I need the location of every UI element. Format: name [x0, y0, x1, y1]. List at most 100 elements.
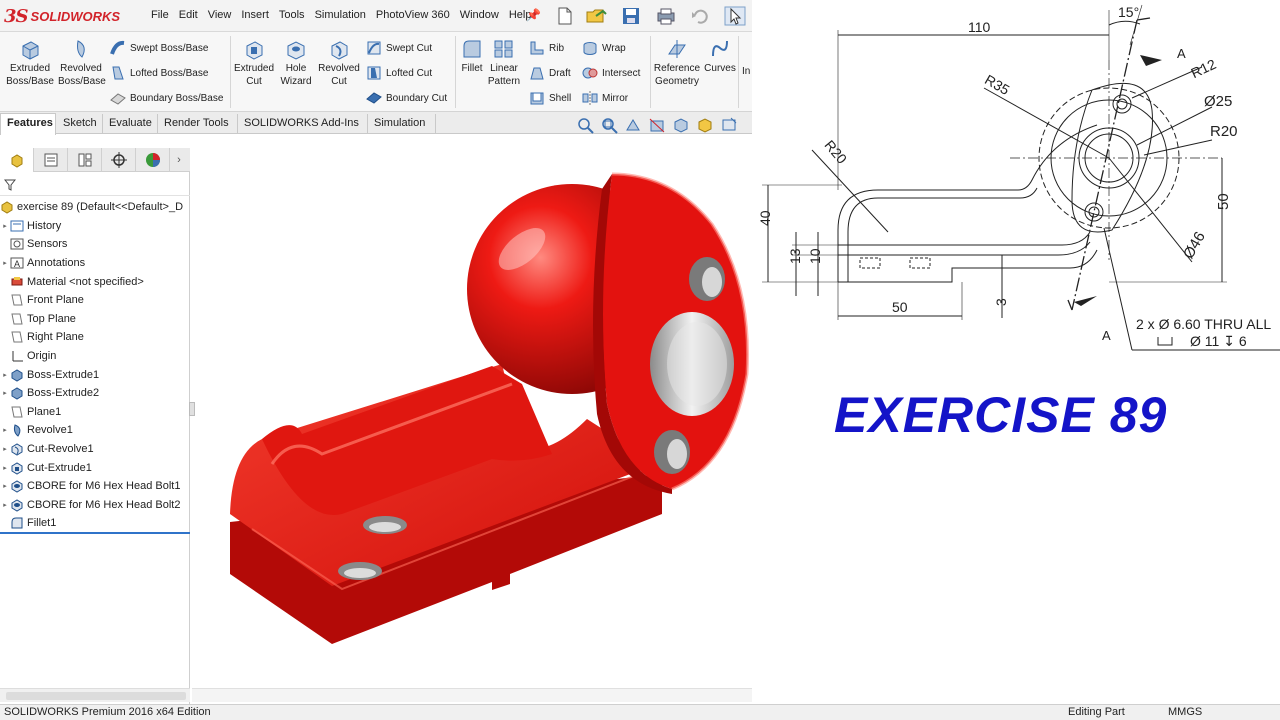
undo-button[interactable] — [690, 6, 710, 26]
tree-item[interactable]: Front Plane — [0, 291, 190, 310]
part-3d-model[interactable] — [192, 134, 752, 690]
tree-horizontal-scrollbar[interactable] — [0, 688, 190, 702]
dim-40-text: 40 — [757, 210, 773, 226]
select-button[interactable] — [724, 6, 748, 26]
draft-button[interactable]: Draft — [529, 65, 571, 81]
tree-item[interactable]: Top Plane — [0, 310, 190, 329]
pin-icon[interactable]: 📌 — [526, 8, 541, 22]
tab-evaluate[interactable]: Evaluate — [103, 114, 158, 134]
swept-cut-button[interactable]: Swept Cut — [366, 40, 432, 56]
tab-sketch[interactable]: Sketch — [57, 114, 103, 134]
linear-pattern-button[interactable]: Linear Pattern — [486, 38, 522, 88]
boundary-boss-button[interactable]: Boundary Boss/Base — [110, 90, 223, 106]
rib-button[interactable]: Rib — [529, 40, 564, 56]
tree-item[interactable]: ▸ A Annotations — [0, 254, 190, 273]
status-units[interactable]: MMGS — [1168, 706, 1202, 718]
tab-configuration-manager[interactable] — [68, 148, 102, 172]
expand-arrow-icon[interactable]: ▸ — [0, 464, 10, 472]
revolved-cut-button[interactable]: Revolved Cut — [316, 38, 362, 88]
shell-button[interactable]: Shell — [529, 90, 571, 106]
display-style-icon[interactable] — [696, 116, 714, 134]
curves-button[interactable]: Curves — [704, 38, 736, 75]
section-view-icon[interactable] — [648, 116, 666, 134]
graphics-area[interactable] — [189, 134, 752, 690]
menu-simulation[interactable]: Simulation — [310, 9, 371, 21]
rollback-bar[interactable] — [0, 532, 190, 534]
reference-geometry-button[interactable]: Reference Geometry — [652, 38, 702, 88]
intersect-button[interactable]: Intersect — [582, 65, 640, 81]
lofted-boss-button[interactable]: Lofted Boss/Base — [110, 65, 208, 81]
zoom-to-area-icon[interactable] — [600, 116, 618, 134]
tab-addins[interactable]: SOLIDWORKS Add-Ins — [238, 114, 368, 134]
tab-features[interactable]: Features — [0, 113, 56, 135]
view-orientation-icon[interactable] — [672, 116, 690, 134]
tree-item[interactable]: ▸ Revolve1 — [0, 421, 190, 440]
menu-insert[interactable]: Insert — [236, 9, 274, 21]
menu-file[interactable]: File — [146, 9, 174, 21]
menu-edit[interactable]: Edit — [174, 9, 203, 21]
tree-item[interactable]: ▸ CBORE for M6 Hex Head Bolt1 — [0, 477, 190, 496]
tree-item[interactable]: Origin — [0, 347, 190, 366]
zoom-to-fit-icon[interactable] — [576, 116, 594, 134]
menu-tools[interactable]: Tools — [274, 9, 310, 21]
expand-arrow-icon[interactable]: ▸ — [0, 445, 10, 453]
tree-item-label: Plane1 — [27, 405, 62, 418]
tree-item[interactable]: Material <not specified> — [0, 272, 190, 291]
tab-property-manager[interactable] — [34, 148, 68, 172]
expand-arrow-icon[interactable]: ▸ — [0, 259, 10, 267]
tab-display-manager[interactable] — [136, 148, 170, 172]
expand-arrow-icon[interactable]: ▸ — [0, 426, 10, 434]
fillet-button[interactable]: Fillet — [458, 38, 486, 75]
hole-wizard-button[interactable]: Hole Wizard — [276, 38, 316, 88]
tab-feature-manager[interactable] — [0, 148, 34, 172]
tree-item[interactable]: Fillet1 — [0, 514, 190, 533]
tree-filter[interactable] — [0, 174, 190, 196]
scrollbar-thumb[interactable] — [6, 692, 186, 700]
tree-item[interactable]: ▸ Cut-Revolve1 — [0, 440, 190, 459]
tree-item-label: Origin — [27, 350, 57, 363]
print-button[interactable] — [656, 6, 676, 26]
mirror-button[interactable]: Mirror — [582, 90, 628, 106]
lofted-boss-icon — [112, 66, 124, 80]
graphics-horizontal-scrollbar[interactable] — [192, 688, 752, 702]
expand-arrow-icon[interactable]: ▸ — [0, 482, 10, 490]
extruded-cut-button[interactable]: Extruded Cut — [232, 38, 276, 88]
tree-item[interactable]: ▸ CBORE for M6 Hex Head Bolt2 — [0, 496, 190, 515]
tree-item[interactable]: Plane1 — [0, 403, 190, 422]
tree-item[interactable]: Right Plane — [0, 328, 190, 347]
tab-simulation[interactable]: Simulation — [368, 114, 436, 134]
new-doc-button[interactable] — [556, 6, 574, 26]
dim-110-text: 110 — [968, 19, 991, 35]
expand-arrow-icon[interactable]: ▸ — [0, 222, 10, 230]
tree-item[interactable]: ▸ Boss-Extrude2 — [0, 384, 190, 403]
expand-arrow-icon[interactable]: ▸ — [0, 389, 10, 397]
chevron-right-icon: › — [177, 154, 181, 166]
panel-splitter-handle[interactable] — [189, 402, 195, 416]
tree-item[interactable]: ▸ Boss-Extrude1 — [0, 365, 190, 384]
menu-view[interactable]: View — [203, 9, 237, 21]
tree-item[interactable]: ▸ History — [0, 217, 190, 236]
hide-show-items-icon[interactable] — [720, 116, 738, 134]
save-button[interactable] — [622, 6, 640, 26]
menu-photoview[interactable]: PhotoView 360 — [371, 9, 455, 21]
tab-dimxpert-manager[interactable] — [102, 148, 136, 172]
menu-window[interactable]: Window — [455, 9, 504, 21]
open-doc-button[interactable] — [586, 6, 608, 26]
swept-boss-button[interactable]: Swept Boss/Base — [110, 40, 208, 56]
tab-render-tools[interactable]: Render Tools — [158, 114, 238, 134]
panel-expand-button[interactable]: › — [170, 148, 188, 172]
expand-arrow-icon[interactable]: ▸ — [0, 371, 10, 379]
tree-root[interactable]: exercise 89 (Default<<Default>_D — [0, 198, 190, 217]
instant3d-button[interactable]: In — [742, 66, 750, 77]
wrap-button[interactable]: Wrap — [582, 40, 626, 56]
expand-arrow-icon[interactable]: ▸ — [0, 501, 10, 509]
sensors-icon — [10, 237, 24, 251]
solidworks-logo[interactable]: 3S SOLIDWORKS — [4, 5, 120, 27]
revolved-boss-button[interactable]: Revolved Boss/Base — [58, 38, 106, 88]
previous-view-icon[interactable] — [624, 116, 642, 134]
tree-item[interactable]: ▸ Cut-Extrude1 — [0, 458, 190, 477]
boundary-cut-button[interactable]: Boundary Cut — [366, 90, 447, 106]
lofted-cut-button[interactable]: Lofted Cut — [366, 65, 432, 81]
extruded-boss-button[interactable]: Extruded Boss/Base — [4, 38, 56, 88]
tree-item[interactable]: Sensors — [0, 235, 190, 254]
